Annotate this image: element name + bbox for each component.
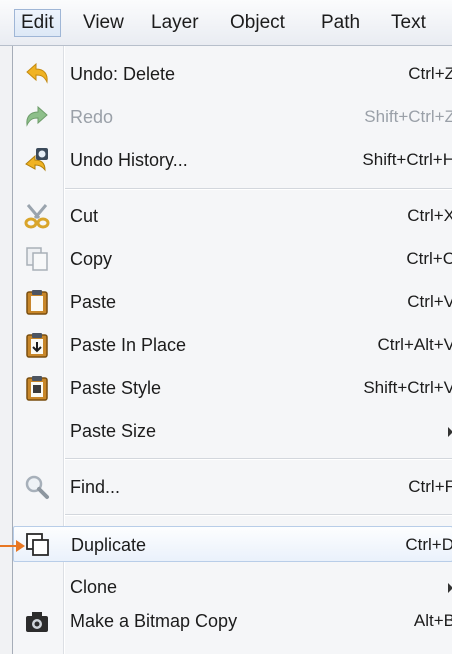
- menu-item-shortcut: Ctrl+V: [407, 292, 452, 311]
- menu-separator: [65, 458, 452, 460]
- menu-text[interactable]: Text: [385, 9, 432, 37]
- menu-item-paste-size[interactable]: Paste Size: [13, 413, 452, 449]
- menu-item-paste-style[interactable]: Paste Style Shift+Ctrl+V: [13, 370, 452, 406]
- menu-item-cut[interactable]: Cut Ctrl+X: [13, 198, 452, 234]
- menu-item-shortcut: Shift+Ctrl+H: [362, 150, 452, 169]
- redo-arrow-icon: [26, 105, 48, 127]
- menu-item-paste-in-place[interactable]: Paste In Place Ctrl+Alt+V: [13, 327, 452, 363]
- menu-item-label: Undo: Delete: [70, 64, 176, 84]
- menu-item-label: Copy: [70, 249, 113, 269]
- menu-path[interactable]: Path: [315, 9, 366, 37]
- menu-item-label: Make a Bitmap Copy: [70, 611, 238, 631]
- menu-item-duplicate[interactable]: Duplicate Ctrl+D: [13, 526, 452, 562]
- menu-bar: Edit View Layer Object Path Text: [0, 0, 452, 46]
- menu-item-undo[interactable]: Undo: Delete Ctrl+Z: [13, 56, 452, 92]
- menu-item-label: Paste Size: [70, 421, 157, 441]
- paste-style-icon: [26, 376, 48, 401]
- menu-item-paste[interactable]: Paste Ctrl+V: [13, 284, 452, 320]
- menu-object[interactable]: Object: [224, 9, 291, 37]
- menu-separator: [65, 514, 452, 516]
- menu-layer-label: Layer: [151, 12, 199, 33]
- menu-item-label: Clone: [70, 577, 118, 597]
- menu-item-shortcut: Ctrl+D: [405, 535, 452, 554]
- menu-item-shortcut: Ctrl+X: [407, 206, 452, 225]
- menu-object-label: Object: [230, 12, 285, 33]
- menu-edit[interactable]: Edit: [14, 9, 61, 37]
- menu-item-label: Cut: [70, 206, 99, 226]
- pointer-arrow-icon: [16, 540, 25, 552]
- menu-item-label: Redo: [70, 107, 114, 127]
- menu-item-shortcut: Shift+Ctrl+V: [363, 378, 452, 397]
- menu-item-make-bitmap-copy[interactable]: Make a Bitmap Copy Alt+B: [13, 603, 452, 639]
- menu-item-label: Find...: [70, 477, 121, 497]
- menu-item-copy[interactable]: Copy Ctrl+C: [13, 241, 452, 277]
- scissors-icon: [24, 204, 50, 229]
- undo-history-icon: [25, 148, 48, 172]
- menu-item-find[interactable]: Find... Ctrl+F: [13, 469, 452, 505]
- menu-separator: [65, 188, 452, 190]
- paste-in-place-icon: [26, 333, 48, 358]
- camera-icon: [26, 612, 48, 632]
- menu-edit-label: Edit: [21, 12, 54, 33]
- menu-path-label: Path: [321, 12, 361, 33]
- menu-text-label: Text: [391, 12, 426, 33]
- menu-layer[interactable]: Layer: [145, 9, 205, 37]
- duplicate-icon: [26, 533, 49, 556]
- menu-item-label: Paste: [70, 292, 117, 312]
- menu-view-label: View: [83, 12, 124, 33]
- undo-arrow-icon: [26, 62, 48, 84]
- menu-item-undo-history[interactable]: Undo History... Shift+Ctrl+H: [13, 142, 452, 178]
- menu-view[interactable]: View: [77, 9, 130, 37]
- submenu-arrow-icon: [448, 427, 452, 437]
- menu-item-shortcut: Alt+B: [413, 611, 452, 630]
- menu-item-clone[interactable]: Clone: [13, 569, 452, 605]
- menu-item-shortcut: Ctrl+Alt+V: [377, 335, 452, 354]
- magnifier-icon: [25, 475, 49, 499]
- menu-item-redo[interactable]: Redo Shift+Ctrl+Z: [13, 99, 452, 135]
- menu-item-shortcut: Shift+Ctrl+Z: [364, 107, 452, 126]
- clipboard-icon: [26, 290, 48, 315]
- submenu-arrow-icon: [448, 583, 452, 593]
- edit-dropdown-menu: Undo: Delete Ctrl+Z Redo Shift+Ctrl+Z Un…: [12, 46, 452, 654]
- menu-item-label: Paste In Place: [70, 335, 187, 355]
- copy-icon: [26, 247, 48, 271]
- menu-item-shortcut: Ctrl+Z: [408, 64, 452, 83]
- menu-item-label: Paste Style: [70, 378, 162, 398]
- menu-item-shortcut: Ctrl+F: [408, 477, 452, 496]
- menu-item-label: Duplicate: [71, 535, 147, 555]
- menu-item-shortcut: Ctrl+C: [406, 249, 452, 268]
- menu-item-label: Undo History...: [70, 150, 188, 170]
